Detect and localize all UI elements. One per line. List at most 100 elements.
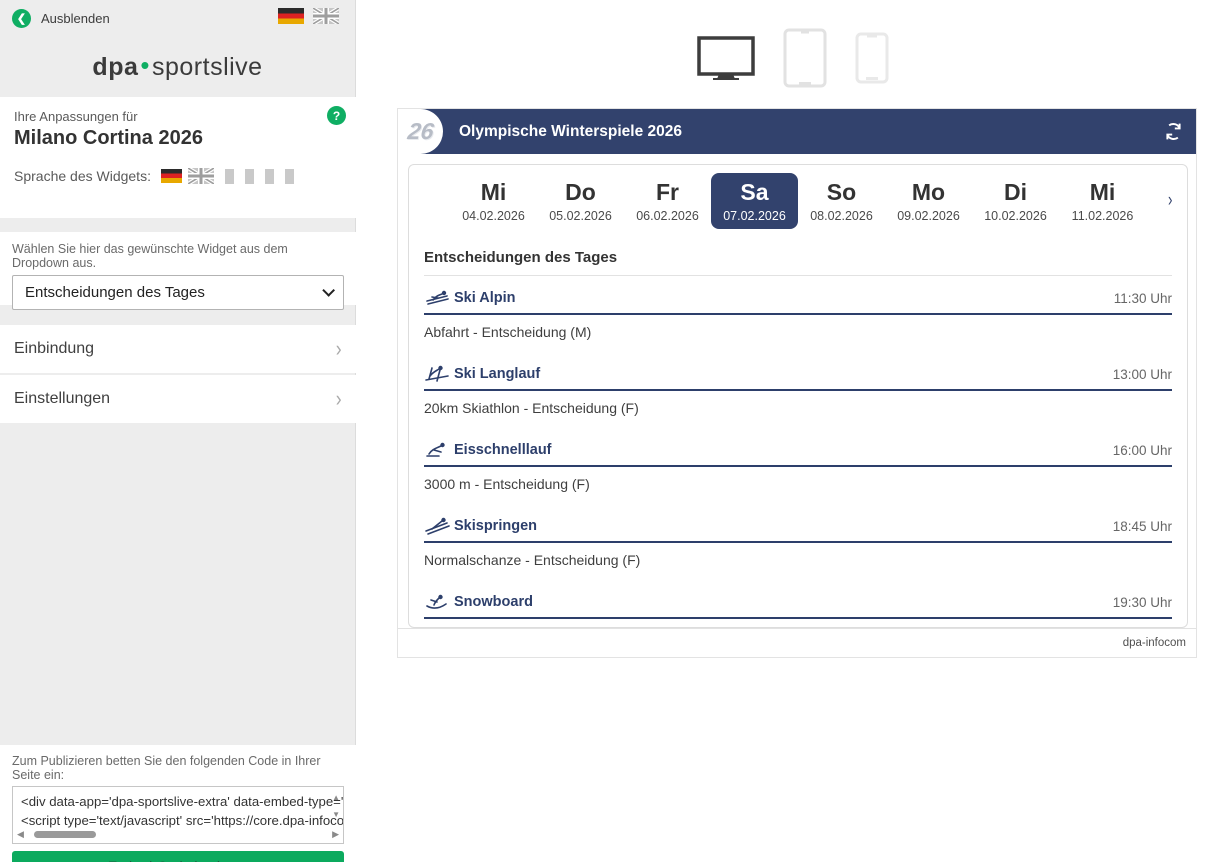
nav-label: Einstellungen [14,390,111,407]
event-list: Ski Alpin 11:30 Uhr Abfahrt - Entscheidu… [424,276,1172,627]
sidebar-item-einbindung[interactable]: Einbindung › [0,325,356,373]
day-abbr: Mi [1089,179,1116,206]
widget-select-label: Wählen Sie hier das gewünschte Widget au… [12,242,288,270]
scroll-up-icon[interactable]: ▲ [332,793,340,802]
logo-brand: dpa [92,53,139,81]
widget-preview-card: 26 Olympische Winterspiele 2026 Mi 04.02… [397,108,1197,658]
flag-uk-gray-icon[interactable] [187,168,214,184]
horizontal-scrollbar[interactable]: ◀ ▶ [17,829,339,839]
customization-panel: ? Ihre Anpassungen für Milano Cortina 20… [0,97,356,218]
skispringen-icon [424,517,450,535]
sidebar: ❮ Ausblenden dpa•sportslive ? Ihre Anpas… [0,0,356,862]
flag-placeholder-icon[interactable] [224,168,234,184]
flag-germany-icon[interactable] [278,8,304,24]
event-description: Big Air - Finale (M) [424,619,1172,627]
embed-label: Zum Publizieren betten Sie den folgenden… [12,754,321,782]
event-row[interactable]: Skispringen 18:45 Uhr Normalschanze - En… [424,504,1172,580]
widget-select-dropdown[interactable]: Entscheidungen des Tages [12,275,344,310]
day-date: 09.02.2026 [897,208,960,223]
scrollbar-thumb[interactable] [33,830,96,838]
day-abbr: Mo [911,179,946,206]
provider-credit: dpa-infocom [1122,637,1186,649]
sport-name: Ski Alpin [454,290,516,306]
sidebar-header: ❮ Ausblenden dpa•sportslive [0,0,355,97]
scroll-down-icon[interactable]: ▼ [332,810,340,819]
day-abbr: Do [565,179,596,206]
flag-placeholder-icon[interactable] [244,168,254,184]
event-row[interactable]: Eisschnelllauf 16:00 Uhr 3000 m - Entsch… [424,428,1172,504]
sidebar-item-einstellungen[interactable]: Einstellungen › [0,375,356,423]
event-description: 3000 m - Entscheidung (F) [424,476,590,492]
widget-title: Olympische Winterspiele 2026 [459,122,682,140]
badge-text: 26 [405,118,436,144]
sport-name: Eisschnelllauf [454,442,552,458]
chevron-down-icon [322,284,335,297]
refresh-icon[interactable] [1163,121,1184,142]
day-date: 08.02.2026 [810,208,873,223]
day-tab[interactable]: Do 05.02.2026 [537,173,624,228]
tablet-icon[interactable] [783,28,827,88]
day-date: 06.02.2026 [636,208,699,223]
dpa-sportslive-logo: dpa•sportslive [0,50,355,82]
event-description: Normalschanze - Entscheidung (F) [424,552,641,568]
desktop-icon[interactable] [697,35,755,80]
flag-placeholder-icon[interactable] [264,168,274,184]
ui-language-switch [278,8,339,24]
widget-body: Mi 04.02.2026 Do 05.02.2026 Fr 06.02.202… [408,164,1188,628]
scroll-left-icon[interactable]: ◀ [17,829,24,840]
day-tab[interactable]: Mi 04.02.2026 [450,173,537,228]
section-title: Entscheidungen des Tages [424,249,618,266]
event-row[interactable]: Snowboard 19:30 Uhr Big Air - Finale (M) [424,580,1172,627]
day-tabs: Mi 04.02.2026 Do 05.02.2026 Fr 06.02.202… [409,165,1187,237]
sport-name: Ski Langlauf [454,366,541,382]
event-row[interactable]: Ski Langlauf 13:00 Uhr 20km Skiathlon - … [424,352,1172,428]
ski-alpin-icon [424,289,450,307]
copy-embed-code-button[interactable]: Embed-Code kopieren [12,851,344,862]
chevron-left-icon: ❮ [12,9,31,28]
page-title: Milano Cortina 2026 [14,127,203,149]
widget-language-row: Sprache des Widgets: [14,168,342,184]
embed-code-box[interactable]: <div data-app='dpa-sportslive-extra' dat… [12,786,344,844]
event-time: 13:00 Uhr [1112,366,1172,382]
event-description: Abfahrt - Entscheidung (M) [424,324,592,340]
day-abbr: Fr [656,179,679,206]
logo-dot-icon: • [140,50,150,80]
customization-subtitle: Ihre Anpassungen für [14,109,138,124]
help-icon[interactable]: ? [327,106,346,125]
widget-language-label: Sprache des Widgets: [14,168,151,184]
phone-icon[interactable] [855,32,889,84]
day-tab[interactable]: Mi 11.02.2026 [1059,173,1146,228]
next-days-icon[interactable]: › [1168,190,1172,212]
vertical-scrollbar[interactable]: ▲ ▼ [332,793,340,819]
embed-code-line: <script type='text/javascript' src='http… [21,813,344,828]
embed-code-line: <div data-app='dpa-sportslive-extra' dat… [21,794,344,809]
flag-uk-gray-icon[interactable] [313,8,339,24]
events-section: Entscheidungen des Tages Ski Alpin 11:30… [409,249,1187,627]
day-tab[interactable]: Di 10.02.2026 [972,173,1059,228]
day-tab[interactable]: Sa 07.02.2026 [711,173,798,229]
device-preview-switch [697,20,897,95]
day-tab[interactable]: Mo 09.02.2026 [885,173,972,228]
flag-placeholder-icon[interactable] [284,168,294,184]
page: ❮ Ausblenden dpa•sportslive ? Ihre Anpas… [0,0,1230,862]
day-tab[interactable]: So 08.02.2026 [798,173,885,228]
day-abbr: Sa [740,179,769,206]
eisschnelllauf-icon [424,441,450,459]
day-abbr: Mi [480,179,507,206]
event-time: 16:00 Uhr [1112,442,1172,458]
day-abbr: Di [1004,179,1027,206]
event-time: 18:45 Uhr [1112,518,1172,534]
event-row[interactable]: Ski Alpin 11:30 Uhr Abfahrt - Entscheidu… [424,276,1172,352]
logo-product: sportslive [151,53,263,81]
hide-sidebar-button[interactable]: ❮ Ausblenden [12,9,110,28]
hide-sidebar-label: Ausblenden [41,11,110,26]
day-date: 04.02.2026 [462,208,525,223]
widget-select-panel: Wählen Sie hier das gewünschte Widget au… [0,232,356,310]
day-tab[interactable]: Fr 06.02.2026 [624,173,711,228]
sport-row: Skispringen 18:45 Uhr [424,504,1172,543]
flag-germany-icon[interactable] [160,169,182,183]
sport-row: Eisschnelllauf 16:00 Uhr [424,428,1172,467]
day-date: 05.02.2026 [549,208,612,223]
sport-row: Ski Langlauf 13:00 Uhr [424,352,1172,391]
scroll-right-icon[interactable]: ▶ [332,829,339,840]
